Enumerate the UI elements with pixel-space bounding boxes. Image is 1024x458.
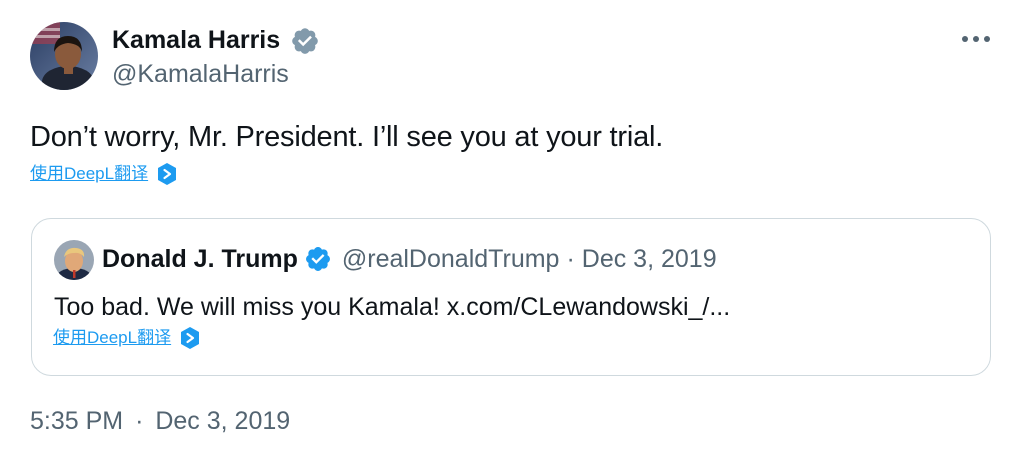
- author-avatar[interactable]: [30, 22, 98, 90]
- tweet-detail: Kamala Harris @KamalaHarris Don’t worry,…: [0, 0, 1024, 458]
- quoted-author-handle[interactable]: @realDonaldTrump: [342, 243, 560, 275]
- quoted-translate-link[interactable]: 使用DeepL翻译: [53, 326, 201, 350]
- deepl-icon: [179, 326, 201, 350]
- meta-separator: ·: [566, 245, 575, 273]
- author-handle[interactable]: @KamalaHarris: [112, 59, 289, 89]
- quoted-author-name[interactable]: Donald J. Trump: [102, 243, 298, 275]
- quoted-tweet-text: Too bad. We will miss you Kamala! x.com/…: [54, 293, 731, 321]
- tweet-text: Don’t worry, Mr. President. I’ll see you…: [30, 121, 664, 153]
- tweet-timestamp[interactable]: 5:35 PM · Dec 3, 2019: [30, 405, 290, 437]
- avatar-image: [30, 22, 98, 90]
- quoted-author-avatar[interactable]: [54, 240, 94, 280]
- author-name[interactable]: Kamala Harris: [112, 25, 280, 55]
- quoted-tweet-header: Donald J. Trump @realDonaldTrump · Dec 3…: [102, 243, 717, 275]
- translate-label[interactable]: 使用DeepL翻译: [30, 162, 148, 186]
- more-options-button[interactable]: [956, 24, 996, 54]
- quoted-tweet-date[interactable]: Dec 3, 2019: [582, 243, 717, 275]
- more-horizontal-icon: [962, 36, 990, 42]
- timestamp-time[interactable]: 5:35 PM: [30, 407, 123, 435]
- quoted-tweet-card[interactable]: Donald J. Trump @realDonaldTrump · Dec 3…: [31, 218, 991, 376]
- translate-link[interactable]: 使用DeepL翻译: [30, 162, 178, 186]
- timestamp-separator: ·: [135, 407, 144, 435]
- deepl-icon: [156, 162, 178, 186]
- avatar-image: [54, 240, 94, 280]
- timestamp-date[interactable]: Dec 3, 2019: [155, 407, 290, 435]
- verified-badge-icon: [290, 26, 320, 56]
- verified-badge-icon: [304, 245, 332, 273]
- translate-label[interactable]: 使用DeepL翻译: [53, 326, 171, 350]
